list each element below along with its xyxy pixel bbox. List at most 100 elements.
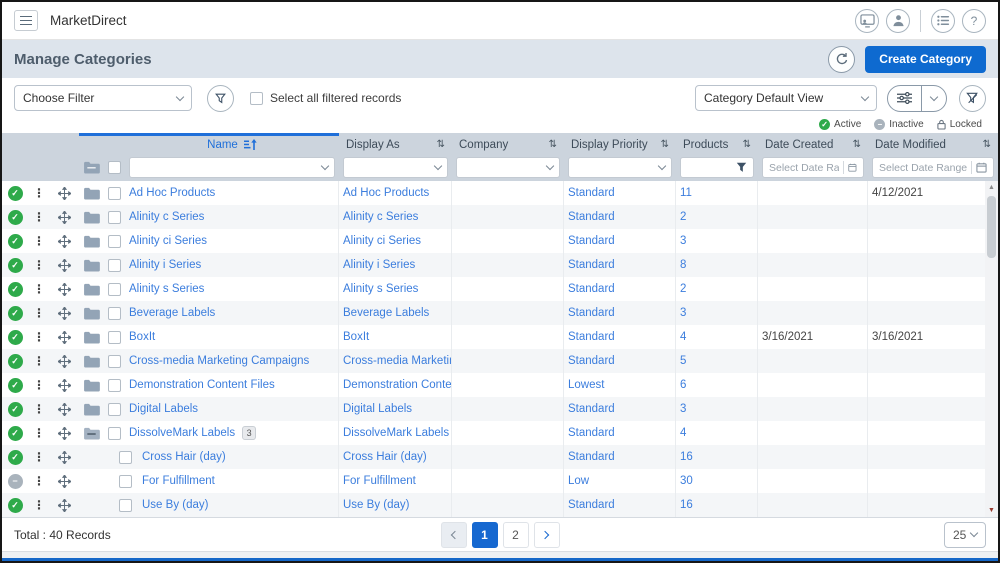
sort-icon[interactable]: ⇅ xyxy=(549,139,557,150)
row-menu-button[interactable]: ⋮ xyxy=(28,445,50,469)
display-priority-filter-select[interactable] xyxy=(568,157,672,178)
drag-handle[interactable] xyxy=(50,373,79,397)
display-as-link[interactable]: Alinity i Series xyxy=(343,259,415,271)
category-name-link[interactable]: Cross Hair (day) xyxy=(142,451,226,463)
row-folder[interactable] xyxy=(79,397,104,421)
display-as-filter-select[interactable] xyxy=(343,157,448,178)
products-link[interactable]: 5 xyxy=(680,355,686,367)
row-checkbox[interactable] xyxy=(108,211,121,224)
refresh-icon[interactable] xyxy=(828,46,855,73)
display-as-link[interactable]: Alinity ci Series xyxy=(343,235,421,247)
create-category-button[interactable]: Create Category xyxy=(865,46,986,73)
row-menu-button[interactable]: ⋮ xyxy=(28,397,50,421)
display-as-link[interactable]: Alinity c Series xyxy=(343,211,418,223)
user-icon[interactable] xyxy=(886,9,910,33)
sort-icon[interactable]: ⇅ xyxy=(437,139,445,150)
row-folder[interactable] xyxy=(79,325,104,349)
vertical-scrollbar[interactable]: ▲ ▼ xyxy=(985,181,998,517)
drag-handle[interactable] xyxy=(50,445,79,469)
priority-link[interactable]: Standard xyxy=(568,451,615,463)
row-checkbox[interactable] xyxy=(108,355,121,368)
column-header-products[interactable]: Products⇅ xyxy=(676,139,758,151)
list-view-icon[interactable] xyxy=(931,9,955,33)
row-menu-button[interactable]: ⋮ xyxy=(28,181,50,205)
scrollbar-thumb[interactable] xyxy=(987,196,996,258)
products-link[interactable]: 30 xyxy=(680,475,693,487)
category-name-link[interactable]: Ad Hoc Products xyxy=(129,187,215,199)
display-as-link[interactable]: Cross Hair (day) xyxy=(343,451,427,463)
products-link[interactable]: 4 xyxy=(680,331,686,343)
products-link[interactable]: 8 xyxy=(680,259,686,271)
products-link[interactable]: 3 xyxy=(680,235,686,247)
select-page-checkbox[interactable] xyxy=(108,161,121,174)
drag-handle[interactable] xyxy=(50,493,79,517)
column-header-company[interactable]: Company⇅ xyxy=(452,139,564,151)
page-button-1[interactable]: 1 xyxy=(472,522,498,548)
row-folder[interactable] xyxy=(79,205,104,229)
row-checkbox[interactable] xyxy=(108,259,121,272)
help-icon[interactable]: ? xyxy=(962,9,986,33)
priority-link[interactable]: Low xyxy=(568,475,589,487)
priority-link[interactable]: Standard xyxy=(568,499,615,511)
drag-handle[interactable] xyxy=(50,301,79,325)
drag-handle[interactable] xyxy=(50,325,79,349)
row-checkbox[interactable] xyxy=(108,403,121,416)
sort-icon[interactable]: ⇅ xyxy=(853,139,861,150)
drag-handle[interactable] xyxy=(50,253,79,277)
priority-link[interactable]: Standard xyxy=(568,355,615,367)
row-menu-button[interactable]: ⋮ xyxy=(28,277,50,301)
row-folder[interactable] xyxy=(79,421,104,445)
row-checkbox[interactable] xyxy=(108,379,121,392)
products-link[interactable]: 3 xyxy=(680,307,686,319)
drag-handle[interactable] xyxy=(50,181,79,205)
display-as-link[interactable]: Beverage Labels xyxy=(343,307,429,319)
page-button-2[interactable]: 2 xyxy=(503,522,529,548)
display-as-link[interactable]: Cross-media Marketin... xyxy=(343,355,452,367)
screen-share-icon[interactable] xyxy=(855,9,879,33)
row-checkbox[interactable] xyxy=(108,331,121,344)
sort-icon[interactable]: ⇅ xyxy=(983,139,991,150)
row-checkbox[interactable] xyxy=(108,235,121,248)
display-as-link[interactable]: For Fulfillment xyxy=(343,475,416,487)
drag-handle[interactable] xyxy=(50,421,79,445)
scroll-up-icon[interactable]: ▲ xyxy=(988,181,995,194)
products-link[interactable]: 2 xyxy=(680,211,686,223)
display-as-link[interactable]: DissolveMark Labels xyxy=(343,427,449,439)
products-link[interactable]: 6 xyxy=(680,379,686,391)
display-as-link[interactable]: Alinity s Series xyxy=(343,283,418,295)
category-name-link[interactable]: For Fulfillment xyxy=(142,475,215,487)
display-as-link[interactable]: Digital Labels xyxy=(343,403,412,415)
row-folder[interactable] xyxy=(79,301,104,325)
row-checkbox[interactable] xyxy=(108,283,121,296)
category-name-link[interactable]: BoxIt xyxy=(129,331,155,343)
category-name-link[interactable]: Alinity ci Series xyxy=(129,235,207,247)
category-name-link[interactable]: Cross-media Marketing Campaigns xyxy=(129,355,309,367)
display-as-link[interactable]: Demonstration Conte... xyxy=(343,379,452,391)
drag-handle[interactable] xyxy=(50,397,79,421)
category-name-link[interactable]: Use By (day) xyxy=(142,499,208,511)
column-header-date-modified[interactable]: Date Modified⇅ xyxy=(868,139,998,151)
next-page-button[interactable] xyxy=(534,522,560,548)
row-folder[interactable] xyxy=(79,469,104,493)
category-name-link[interactable]: Demonstration Content Files xyxy=(129,379,275,391)
priority-link[interactable]: Standard xyxy=(568,427,615,439)
category-name-link[interactable]: Alinity c Series xyxy=(129,211,204,223)
select-all-checkbox[interactable] xyxy=(250,92,263,105)
row-menu-button[interactable]: ⋮ xyxy=(28,253,50,277)
products-link[interactable]: 2 xyxy=(680,283,686,295)
category-name-link[interactable]: Beverage Labels xyxy=(129,307,215,319)
priority-link[interactable]: Standard xyxy=(568,187,615,199)
prev-page-button[interactable] xyxy=(441,522,467,548)
column-header-display-priority[interactable]: Display Priority⇅ xyxy=(564,139,676,151)
row-menu-button[interactable]: ⋮ xyxy=(28,421,50,445)
drag-handle[interactable] xyxy=(50,229,79,253)
priority-link[interactable]: Standard xyxy=(568,211,615,223)
row-folder[interactable] xyxy=(79,493,104,517)
expand-all-folder-icon[interactable] xyxy=(79,161,104,174)
row-folder[interactable] xyxy=(79,253,104,277)
apply-filter-icon[interactable] xyxy=(207,85,234,112)
page-size-select[interactable]: 25 xyxy=(944,522,986,548)
drag-handle[interactable] xyxy=(50,469,79,493)
products-link[interactable]: 4 xyxy=(680,427,686,439)
scroll-down-icon[interactable]: ▼ xyxy=(988,504,995,517)
